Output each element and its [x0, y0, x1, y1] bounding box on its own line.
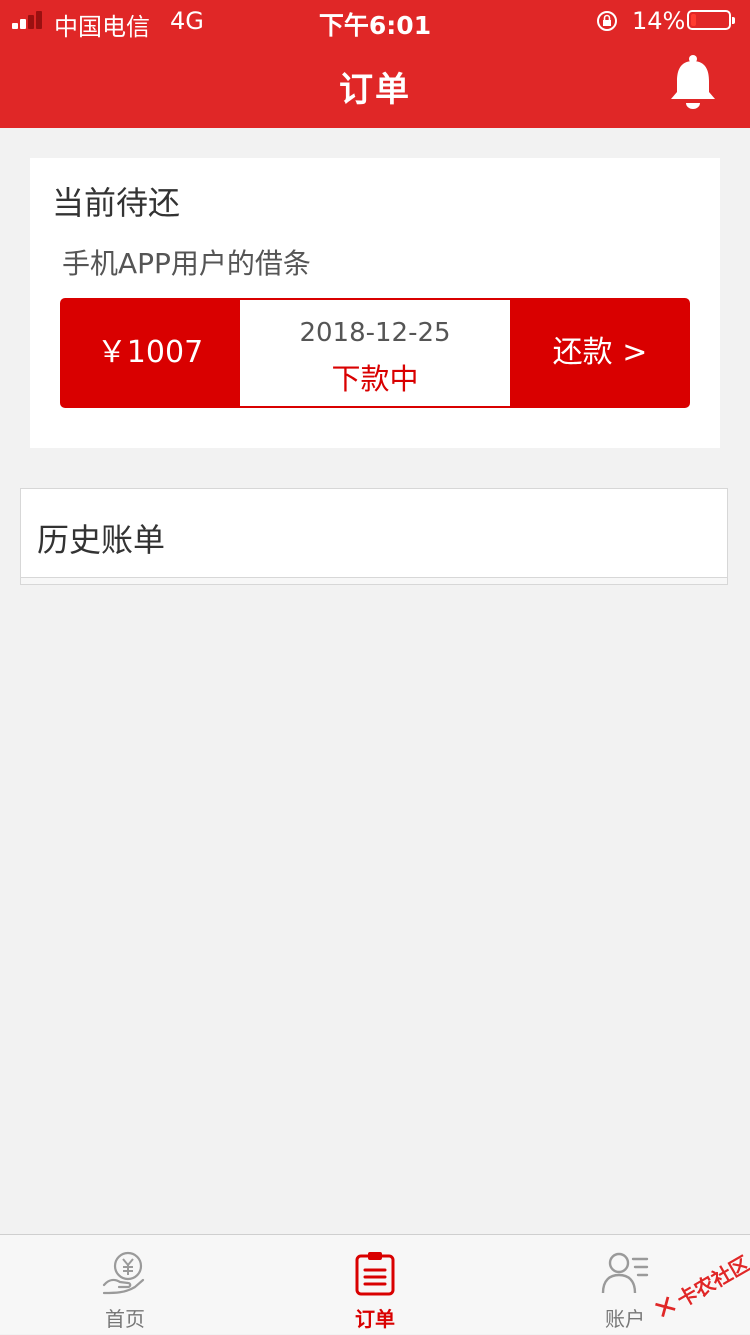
due-date: 2018-12-25	[299, 318, 451, 348]
bill-info: 2018-12-25 下款中	[240, 300, 510, 406]
loan-name: 手机APP用户的借条	[62, 247, 311, 280]
rotation-lock-icon	[597, 11, 617, 31]
battery-fill	[691, 14, 696, 26]
history-divider	[20, 578, 728, 585]
tab-home[interactable]: 首页	[0, 1235, 250, 1335]
tab-orders[interactable]: 订单	[250, 1235, 500, 1335]
current-due-title: 当前待还	[52, 184, 181, 222]
bell-icon[interactable]	[666, 54, 720, 112]
repay-button[interactable]: 还款 >	[510, 298, 690, 408]
history-bills-title: 历史账单	[37, 521, 166, 559]
bill-summary-bar[interactable]: ￥1007 2018-12-25 下款中 还款 >	[60, 298, 690, 408]
battery-percent: 14%	[632, 7, 686, 35]
clipboard-icon	[355, 1252, 395, 1296]
page-title: 订单	[339, 70, 411, 110]
bottom-tab-bar: 首页 订单 账户	[0, 1234, 750, 1334]
current-due-card: 当前待还 手机APP用户的借条 ￥1007 2018-12-25 下款中 还款 …	[30, 158, 720, 448]
bill-status: 下款中	[331, 362, 419, 396]
status-bar: 中国电信 4G 下午6:01 14%	[0, 0, 750, 41]
app-header: 中国电信 4G 下午6:01 14% 订单	[0, 0, 750, 128]
bill-amount: ￥1007	[96, 335, 204, 370]
tab-home-label: 首页	[105, 1307, 145, 1331]
tab-orders-label: 订单	[355, 1307, 395, 1331]
history-bills-section[interactable]: 历史账单	[20, 488, 728, 578]
yuan-hand-icon	[102, 1251, 145, 1295]
battery-icon	[687, 10, 735, 30]
